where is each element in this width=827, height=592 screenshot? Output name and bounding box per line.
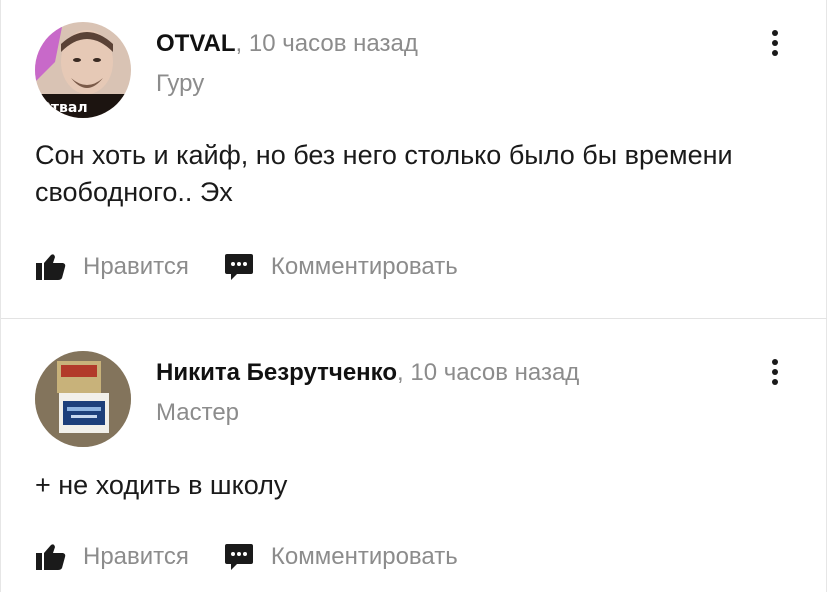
avatar-photo: Отвал: [35, 22, 131, 118]
more-vertical-icon[interactable]: [770, 30, 780, 60]
like-label: Нравится: [83, 253, 189, 280]
timestamp: 10 часов назад: [248, 30, 418, 57]
like-label: Нравится: [83, 543, 189, 570]
comment-meta: Никита Безрутченко, 10 часов назад: [156, 359, 579, 387]
comment-item: Никита Безрутченко, 10 часов назад Масте…: [1, 319, 826, 592]
like-button[interactable]: Нравится: [35, 251, 189, 283]
comment-text: + не ходить в школу: [35, 470, 288, 500]
author-name[interactable]: Никита Безрутченко: [156, 359, 397, 386]
comments-feed: Отвал OTVAL, 10 часов назад Гуру Сон хот…: [0, 0, 827, 592]
thumbs-up-icon: [35, 251, 67, 283]
meta-separator: ,: [235, 30, 243, 57]
timestamp: 10 часов назад: [410, 359, 580, 386]
comment-item: Отвал OTVAL, 10 часов назад Гуру Сон хот…: [1, 0, 826, 318]
speech-bubble-icon: [223, 251, 255, 283]
avatar-caption: Отвал: [39, 100, 88, 116]
comment-label: Комментировать: [270, 253, 458, 280]
comment-meta: OTVAL, 10 часов назад: [156, 30, 418, 58]
more-vertical-icon[interactable]: [770, 359, 780, 389]
avatar[interactable]: Отвал: [35, 22, 131, 118]
avatar-photo: [35, 351, 131, 447]
thumbs-up-icon: [35, 541, 67, 573]
comment-actions: Нравится Комментировать: [35, 541, 458, 573]
comment-button[interactable]: Комментировать: [223, 541, 458, 573]
comment-button[interactable]: Комментировать: [223, 251, 458, 283]
speech-bubble-icon: [223, 541, 255, 573]
like-button[interactable]: Нравится: [35, 541, 189, 573]
user-rank: Гуру: [156, 70, 205, 97]
comment-text: Сон хоть и кайф, но без него столько был…: [35, 140, 733, 207]
author-name[interactable]: OTVAL: [156, 30, 236, 57]
meta-separator: ,: [397, 359, 404, 386]
comment-actions: Нравится Комментировать: [35, 251, 458, 283]
comment-label: Комментировать: [270, 543, 458, 570]
avatar[interactable]: [35, 351, 131, 447]
user-rank: Мастер: [156, 399, 240, 426]
